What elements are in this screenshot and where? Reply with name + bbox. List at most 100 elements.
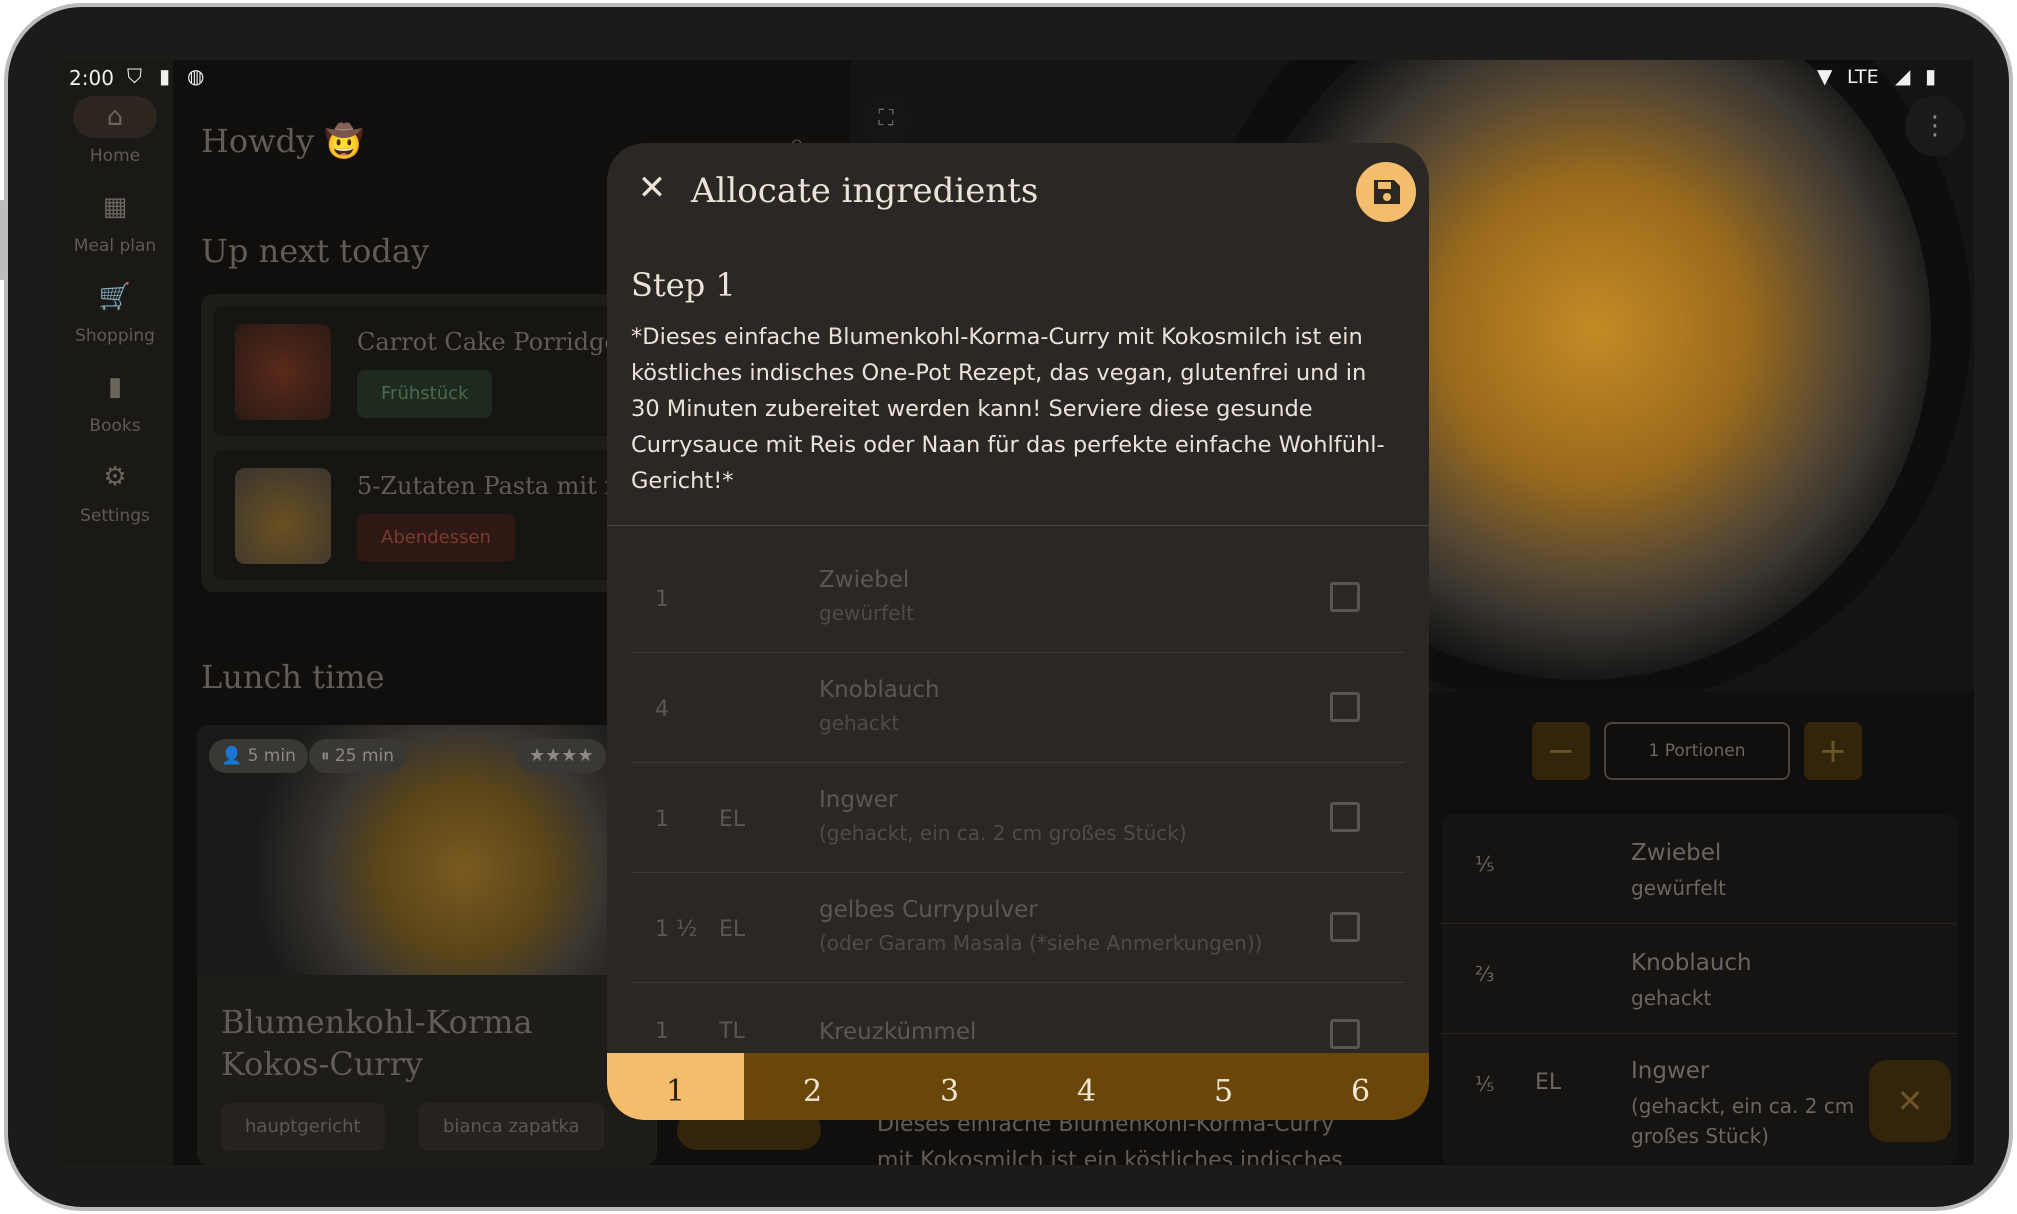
step-title: Step 1 (631, 266, 736, 304)
step-tab-6[interactable]: 6 (1292, 1053, 1429, 1120)
close-icon[interactable]: ✕ (629, 165, 675, 211)
allocate-ingredients-dialog: ✕ Allocate ingredients Step 1 *Dieses ei… (607, 143, 1429, 1120)
ingredient-note: großes Stück) (1631, 1124, 1769, 1148)
decrease-servings-button[interactable]: − (1532, 722, 1590, 780)
ingredient-amount: 1 (655, 1019, 669, 1044)
tag-chip[interactable]: hauptgericht (221, 1103, 385, 1151)
more-options-button[interactable]: ⋮ (1905, 96, 1965, 156)
ingredient-unit: EL (1535, 1070, 1562, 1095)
nav-shopping-label: Shopping (75, 326, 155, 346)
nav-meal-plan[interactable]: ▦ Meal plan (57, 186, 173, 256)
ingredient-unit: TL (719, 1019, 745, 1044)
ingredient-allocation-list: 1 Zwiebel gewürfelt 4 Knoblauch gehackt … (631, 543, 1405, 1053)
tag-chip[interactable]: Abendessen (357, 514, 515, 562)
ingredient-name: Zwiebel (1631, 840, 1722, 866)
wifi-icon: ▼ (1817, 64, 1833, 88)
ingredient-note: (gehackt, ein ca. 2 cm (1631, 1094, 1855, 1118)
ingredient-amount: 1 (655, 587, 669, 612)
ingredient-checkbox[interactable] (1330, 582, 1360, 612)
step-tab-3[interactable]: 3 (881, 1053, 1018, 1120)
ingredient-amount: ⅔ (1475, 962, 1495, 986)
fullscreen-button[interactable]: ⛶ (859, 92, 913, 146)
prep-time: 5 min (247, 746, 296, 766)
ingredient-name: gelbes Currypulver (819, 897, 1038, 923)
ingredient-row[interactable]: 1 EL Ingwer (gehackt, ein ca. 2 cm große… (631, 763, 1405, 873)
ingredient-checkbox[interactable] (1330, 1019, 1360, 1049)
step-tabs: 1 2 3 4 5 6 (607, 1053, 1429, 1120)
tag-chip[interactable]: bianca zapatka (419, 1103, 604, 1151)
recipe-ingredient-row: ⅕ Zwiebel gewürfelt (1441, 814, 1957, 924)
home-icon: ⌂ (73, 96, 157, 138)
nav-shopping[interactable]: 🛒 Shopping (57, 276, 173, 346)
recipe-description-2: mit Kokosmilch ist ein köstliches indisc… (877, 1148, 1343, 1165)
nav-meal-plan-label: Meal plan (73, 236, 157, 256)
ingredient-note: gehackt (1631, 986, 1712, 1010)
up-next-heading: Up next today (201, 232, 430, 270)
up-next-item[interactable]: 5-Zutaten Pasta mit r Abendessen (213, 450, 673, 580)
cart-icon: 🛒 (98, 282, 132, 312)
nav-settings[interactable]: ⚙ Settings (57, 456, 173, 526)
ingredient-row[interactable]: 1 Zwiebel gewürfelt (631, 543, 1405, 653)
rating-stars: ★★★★ (517, 739, 606, 773)
nav-settings-label: Settings (80, 506, 150, 526)
gear-icon: ⚙ (103, 462, 127, 492)
nav-home-label: Home (89, 146, 141, 166)
status-bar: 2:00 ⛉ ▮ ◍ ▼ LTE ◢ ▮ (57, 60, 1974, 90)
tablet-frame: ⌂ Home ▦ Meal plan 🛒 Shopping ▮ Books ⚙ … (4, 3, 2013, 1211)
recipe-ingredient-row: ⅔ Knoblauch gehackt (1441, 924, 1957, 1034)
shield-icon: ⛉ (127, 64, 142, 88)
ingredient-amount: 4 (655, 697, 669, 722)
nav-rail: ⌂ Home ▦ Meal plan 🛒 Shopping ▮ Books ⚙ … (57, 60, 173, 1165)
calendar-icon: ▦ (102, 192, 128, 222)
up-next-item[interactable]: Carrot Cake Porridge Frühstück (213, 306, 673, 436)
sync-icon: ◍ (187, 64, 205, 88)
ingredient-name: Ingwer (819, 787, 898, 813)
ingredient-amount: 1 (655, 807, 669, 832)
clock: 2:00 (69, 66, 114, 90)
ingredient-note: gehackt (819, 711, 900, 735)
timer-icon: ⏸ (321, 746, 335, 766)
ingredient-checkbox[interactable] (1330, 912, 1360, 942)
up-next-title: Carrot Cake Porridge (357, 328, 619, 356)
step-tab-1[interactable]: 1 (607, 1053, 744, 1120)
lunch-recipe-card[interactable]: 👤 5 min ⏸ 25 min ★★★★ Blumenkohl-Korma K… (197, 725, 657, 1165)
book-icon: ▮ (107, 372, 123, 402)
servings-field[interactable]: 1 Portionen (1604, 722, 1790, 780)
prep-time-badge: 👤 5 min (209, 739, 308, 773)
ingredient-note: gewürfelt (1631, 876, 1726, 900)
ingredient-row[interactable]: 1 TL Kreuzkümmel (631, 983, 1405, 1053)
save-button[interactable] (1356, 162, 1416, 222)
ingredient-amount: ⅕ (1475, 852, 1495, 876)
ingredient-name: Kreuzkümmel (819, 1019, 977, 1045)
nav-home[interactable]: ⌂ Home (57, 96, 173, 166)
sd-card-icon: ▮ (159, 64, 171, 88)
ingredient-name: Knoblauch (1631, 950, 1752, 976)
cook-time: 25 min (334, 746, 394, 766)
ingredient-name: Knoblauch (819, 677, 940, 703)
ingredient-note: (gehackt, ein ca. 2 cm großes Stück) (819, 821, 1187, 845)
nav-books-label: Books (89, 416, 141, 436)
nav-books[interactable]: ▮ Books (57, 366, 173, 436)
signal-icon: ◢ (1895, 64, 1911, 88)
up-next-card: Carrot Cake Porridge Frühstück 5-Zutaten… (201, 294, 673, 592)
ingredient-name: Zwiebel (819, 567, 910, 593)
ingredient-amount: 1 ½ (655, 917, 698, 942)
increase-servings-button[interactable]: + (1804, 722, 1862, 780)
cook-mode-fab[interactable]: ✕ (1869, 1060, 1951, 1142)
lunch-heading: Lunch time (201, 658, 385, 696)
tag-chip[interactable]: Frühstück (357, 370, 493, 418)
step-tab-2[interactable]: 2 (744, 1053, 881, 1120)
ingredient-checkbox[interactable] (1330, 802, 1360, 832)
ingredient-unit: EL (719, 917, 746, 942)
ingredient-name: Ingwer (1631, 1058, 1710, 1084)
battery-icon: ▮ (1925, 64, 1937, 88)
ingredient-row[interactable]: 4 Knoblauch gehackt (631, 653, 1405, 763)
dialog-title: Allocate ingredients (691, 171, 1039, 211)
network-type: LTE (1847, 66, 1879, 88)
person-icon: 👤 (221, 746, 248, 766)
step-tab-4[interactable]: 4 (1018, 1053, 1155, 1120)
step-tab-5[interactable]: 5 (1155, 1053, 1292, 1120)
lunch-recipe-title-1: Blumenkohl-Korma (221, 1003, 533, 1041)
ingredient-row[interactable]: 1 ½ EL gelbes Currypulver (oder Garam Ma… (631, 873, 1405, 983)
ingredient-checkbox[interactable] (1330, 692, 1360, 722)
